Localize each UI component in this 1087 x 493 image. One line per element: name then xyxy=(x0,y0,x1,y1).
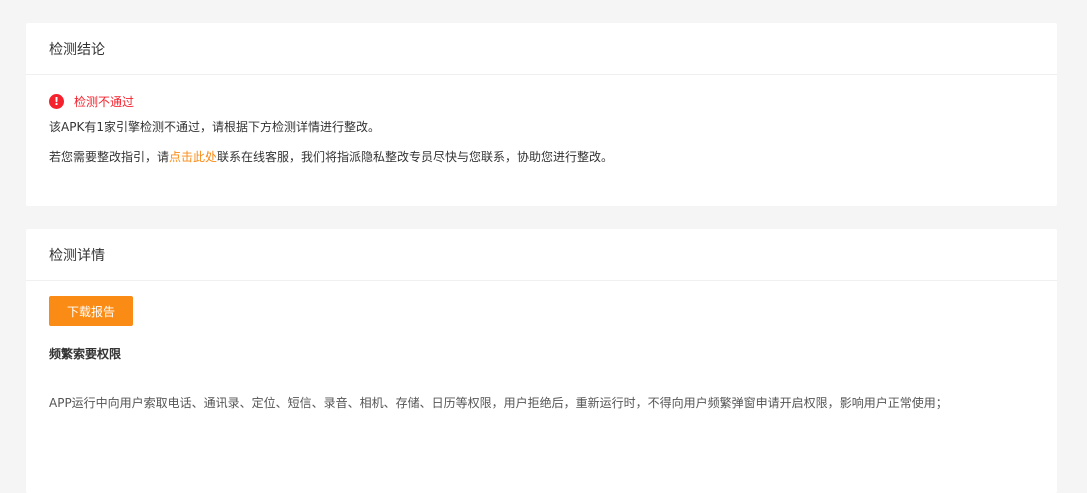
conclusion-card: 检测结论 ! 检测不通过 该APK有1家引擎检测不通过，请根据下方检测详情进行整… xyxy=(26,23,1057,206)
details-card: 检测详情 下载报告 频繁索要权限 APP运行中向用户索取电话、通讯录、定位、短信… xyxy=(26,229,1057,493)
alert-icon: ! xyxy=(49,93,64,109)
details-header: 检测详情 xyxy=(26,229,1057,281)
issue-description: APP运行中向用户索取电话、通讯录、定位、短信、录音、相机、存储、日历等权限，用… xyxy=(49,396,948,410)
download-report-button[interactable]: 下载报告 xyxy=(49,296,133,326)
conclusion-body: ! 检测不通过 该APK有1家引擎检测不通过，请根据下方检测详情进行整改。 若您… xyxy=(26,93,1057,165)
status-row: ! 检测不通过 xyxy=(49,93,1057,109)
result-summary: 该APK有1家引擎检测不通过，请根据下方检测详情进行整改。 xyxy=(49,120,380,134)
conclusion-title: 检测结论 xyxy=(49,41,105,58)
details-title: 检测详情 xyxy=(49,247,105,264)
contact-support-link[interactable]: 点击此处 xyxy=(169,150,217,164)
details-body: 下载报告 频繁索要权限 APP运行中向用户索取电话、通讯录、定位、短信、录音、相… xyxy=(26,281,1057,417)
support-guidance-prefix: 若您需要整改指引，请 xyxy=(49,150,170,164)
support-guidance: 若您需要整改指引，请点击此处联系在线客服，我们将指派隐私整改专员尽快与您联系，协… xyxy=(49,149,1057,165)
conclusion-header: 检测结论 xyxy=(26,23,1057,75)
status-text: 检测不通过 xyxy=(74,94,135,109)
issue-title: 频繁索要权限 xyxy=(49,347,122,361)
support-guidance-suffix: 联系在线客服，我们将指派隐私整改专员尽快与您联系，协助您进行整改。 xyxy=(217,150,614,164)
